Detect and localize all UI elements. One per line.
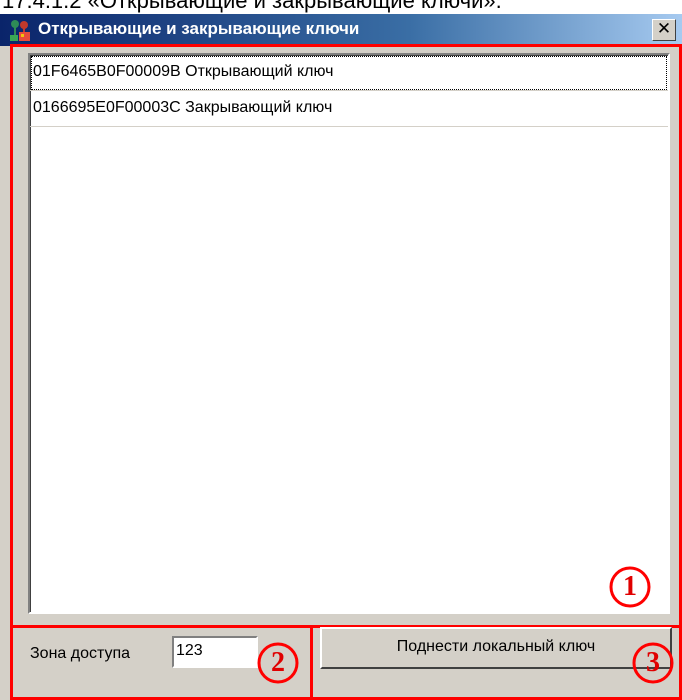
close-button[interactable]: ✕ [652, 19, 676, 41]
present-local-key-button[interactable]: Поднести локальный ключ [320, 627, 672, 669]
zone-input[interactable]: 123 [172, 636, 258, 668]
list-item-label: 01F6465B0F00009B Открывающий ключ [33, 63, 334, 80]
keys-listbox[interactable]: 01F6465B0F00009B Открывающий ключ 016669… [28, 53, 670, 614]
list-item-closing-key[interactable]: 0166695E0F00003C Закрывающий ключ [30, 91, 668, 127]
list-item-opening-key[interactable]: 01F6465B0F00009B Открывающий ключ [30, 55, 668, 91]
annotation-marker-2: 2 [256, 641, 300, 685]
zone-label: Зона доступа [30, 645, 131, 662]
marker-number: 2 [271, 647, 285, 678]
marker-number: 3 [646, 647, 660, 678]
title-bar: Открывающие и закрывающие ключи ✕ [0, 14, 682, 46]
caption-text: 17.4.1.2 «Открывающие и закрывающие ключ… [2, 0, 502, 13]
window-title: Открывающие и закрывающие ключи [38, 19, 360, 38]
annotation-marker-3: 3 [631, 641, 675, 685]
annotation-marker-1: 1 [608, 565, 652, 609]
list-item-label: 0166695E0F00003C Закрывающий ключ [33, 99, 333, 116]
keys-app-icon [8, 18, 32, 42]
marker-number: 1 [623, 571, 637, 602]
close-icon: ✕ [656, 19, 672, 39]
present-local-key-label: Поднести локальный ключ [396, 638, 596, 655]
